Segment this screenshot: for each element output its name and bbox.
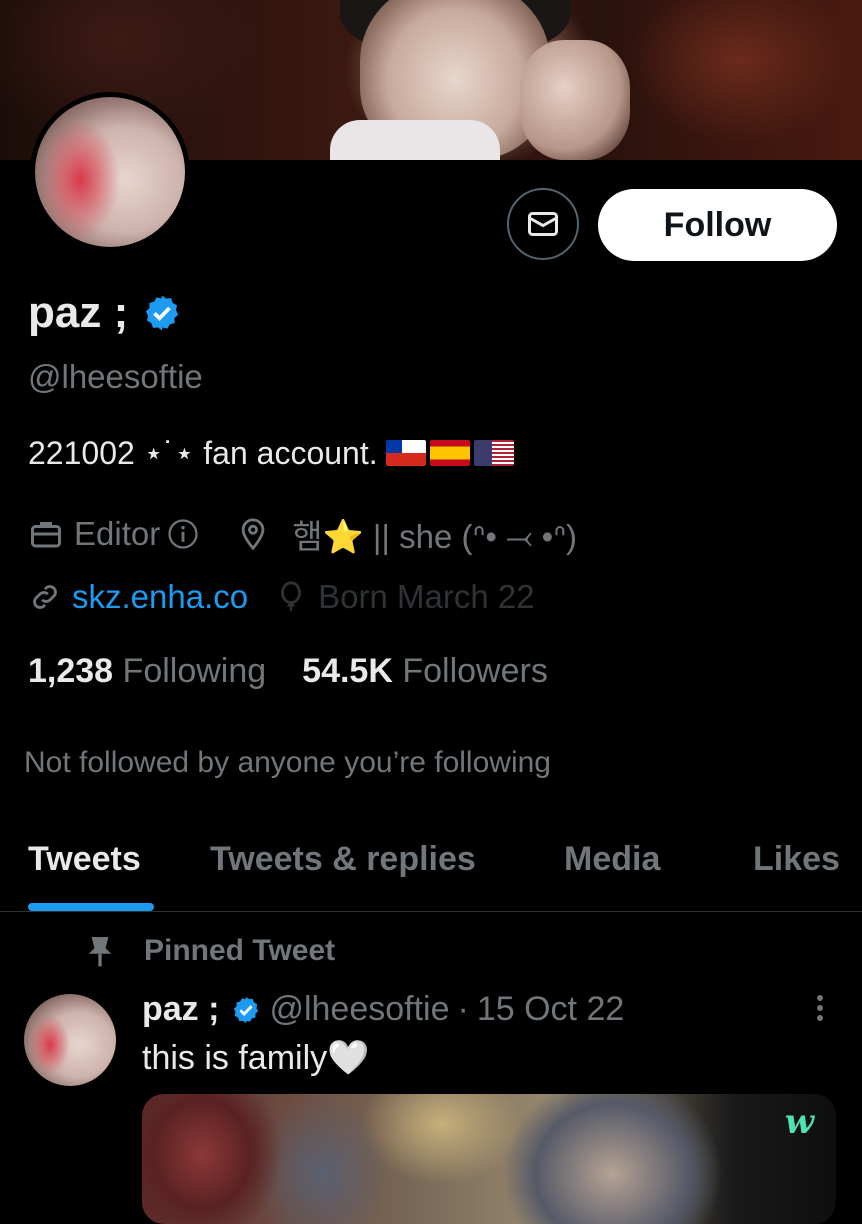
tab-media[interactable]: Media — [564, 840, 660, 879]
profile-stats: 1,238 Following 54.5K Followers — [28, 652, 548, 691]
birthday-label: Born March 22 — [318, 578, 535, 615]
birthday-item: Born March 22 — [274, 578, 535, 616]
location-label: 햄⭐ || she (ᐢ• ⤙ •ᐢ) — [292, 518, 578, 555]
briefcase-icon — [31, 522, 61, 548]
follow-button[interactable]: Follow — [598, 189, 837, 261]
profile-name-row: paz ; — [28, 288, 182, 338]
more-vertical-icon[interactable] — [808, 990, 832, 1026]
followers-count: 54.5K — [302, 652, 393, 690]
bio-flags — [385, 440, 514, 466]
avatar-image — [35, 97, 185, 247]
profile-name: paz ; — [28, 288, 129, 337]
mail-icon — [528, 212, 558, 236]
active-tab-indicator — [28, 903, 154, 911]
following-count: 1,238 — [28, 652, 114, 690]
tweet-author-name[interactable]: paz ; — [142, 990, 219, 1029]
website-item[interactable]: skz.enha.co — [28, 578, 248, 616]
tweet-text: this is family🤍 — [142, 1039, 370, 1077]
following-stat[interactable]: 1,238 Following — [28, 652, 266, 691]
message-button[interactable] — [507, 188, 579, 260]
following-label: Following — [122, 652, 267, 690]
flag-usa-icon — [473, 440, 514, 466]
followers-stat[interactable]: 54.5K Followers — [302, 652, 548, 691]
bio-text: 221002 ⋆˙⋆ fan account. — [28, 435, 378, 471]
profile-handle: @lheesoftie — [28, 358, 203, 395]
banner-collar — [330, 120, 500, 160]
profile-tabs: Tweets Tweets & replies Media Likes — [0, 820, 862, 912]
verified-badge-icon — [234, 996, 259, 1023]
tweet-separator: · — [457, 990, 469, 1028]
profession-item[interactable]: Editor — [28, 515, 210, 553]
info-icon[interactable] — [166, 517, 200, 551]
profile-meta-row-1: Editor 햄⭐ || she (ᐢ• ⤙ •ᐢ) — [28, 510, 577, 558]
link-icon — [33, 585, 57, 609]
tweet-avatar[interactable] — [24, 994, 116, 1086]
website-link[interactable]: skz.enha.co — [72, 578, 248, 616]
not-followed-notice: Not followed by anyone you’re following — [24, 746, 551, 779]
followers-label: Followers — [402, 652, 548, 690]
tab-tweets[interactable]: Tweets — [28, 840, 141, 879]
profession-label: Editor — [74, 515, 161, 552]
tweet-header: paz ; @lheesoftie · 15 Oct 22 — [142, 990, 624, 1029]
verified-badge-icon — [146, 295, 179, 331]
flag-spain-icon — [429, 440, 470, 466]
flag-chile-icon — [385, 440, 426, 466]
pin-icon — [88, 937, 112, 967]
balloon-icon — [281, 581, 302, 612]
media-watermark: w — [784, 1102, 814, 1142]
tweet-author-handle[interactable]: @lheesoftie — [269, 990, 449, 1029]
profile-bio: 221002 ⋆˙⋆ fan account. — [28, 434, 514, 472]
location-pin-icon — [241, 518, 265, 551]
profile-avatar[interactable] — [30, 92, 190, 252]
tab-tweets-replies[interactable]: Tweets & replies — [210, 840, 476, 879]
pinned-tweet-header: Pinned Tweet — [86, 934, 335, 968]
location-item: 햄⭐ || she (ᐢ• ⤙ •ᐢ) — [236, 510, 577, 558]
banner-hand — [520, 40, 630, 160]
profile-meta-row-2: skz.enha.co Born March 22 — [28, 578, 535, 616]
tweet-media-image[interactable]: w — [142, 1094, 836, 1224]
pinned-label: Pinned Tweet — [144, 934, 336, 967]
tweet-date[interactable]: 15 Oct 22 — [477, 990, 624, 1029]
tab-likes[interactable]: Likes — [753, 840, 840, 879]
